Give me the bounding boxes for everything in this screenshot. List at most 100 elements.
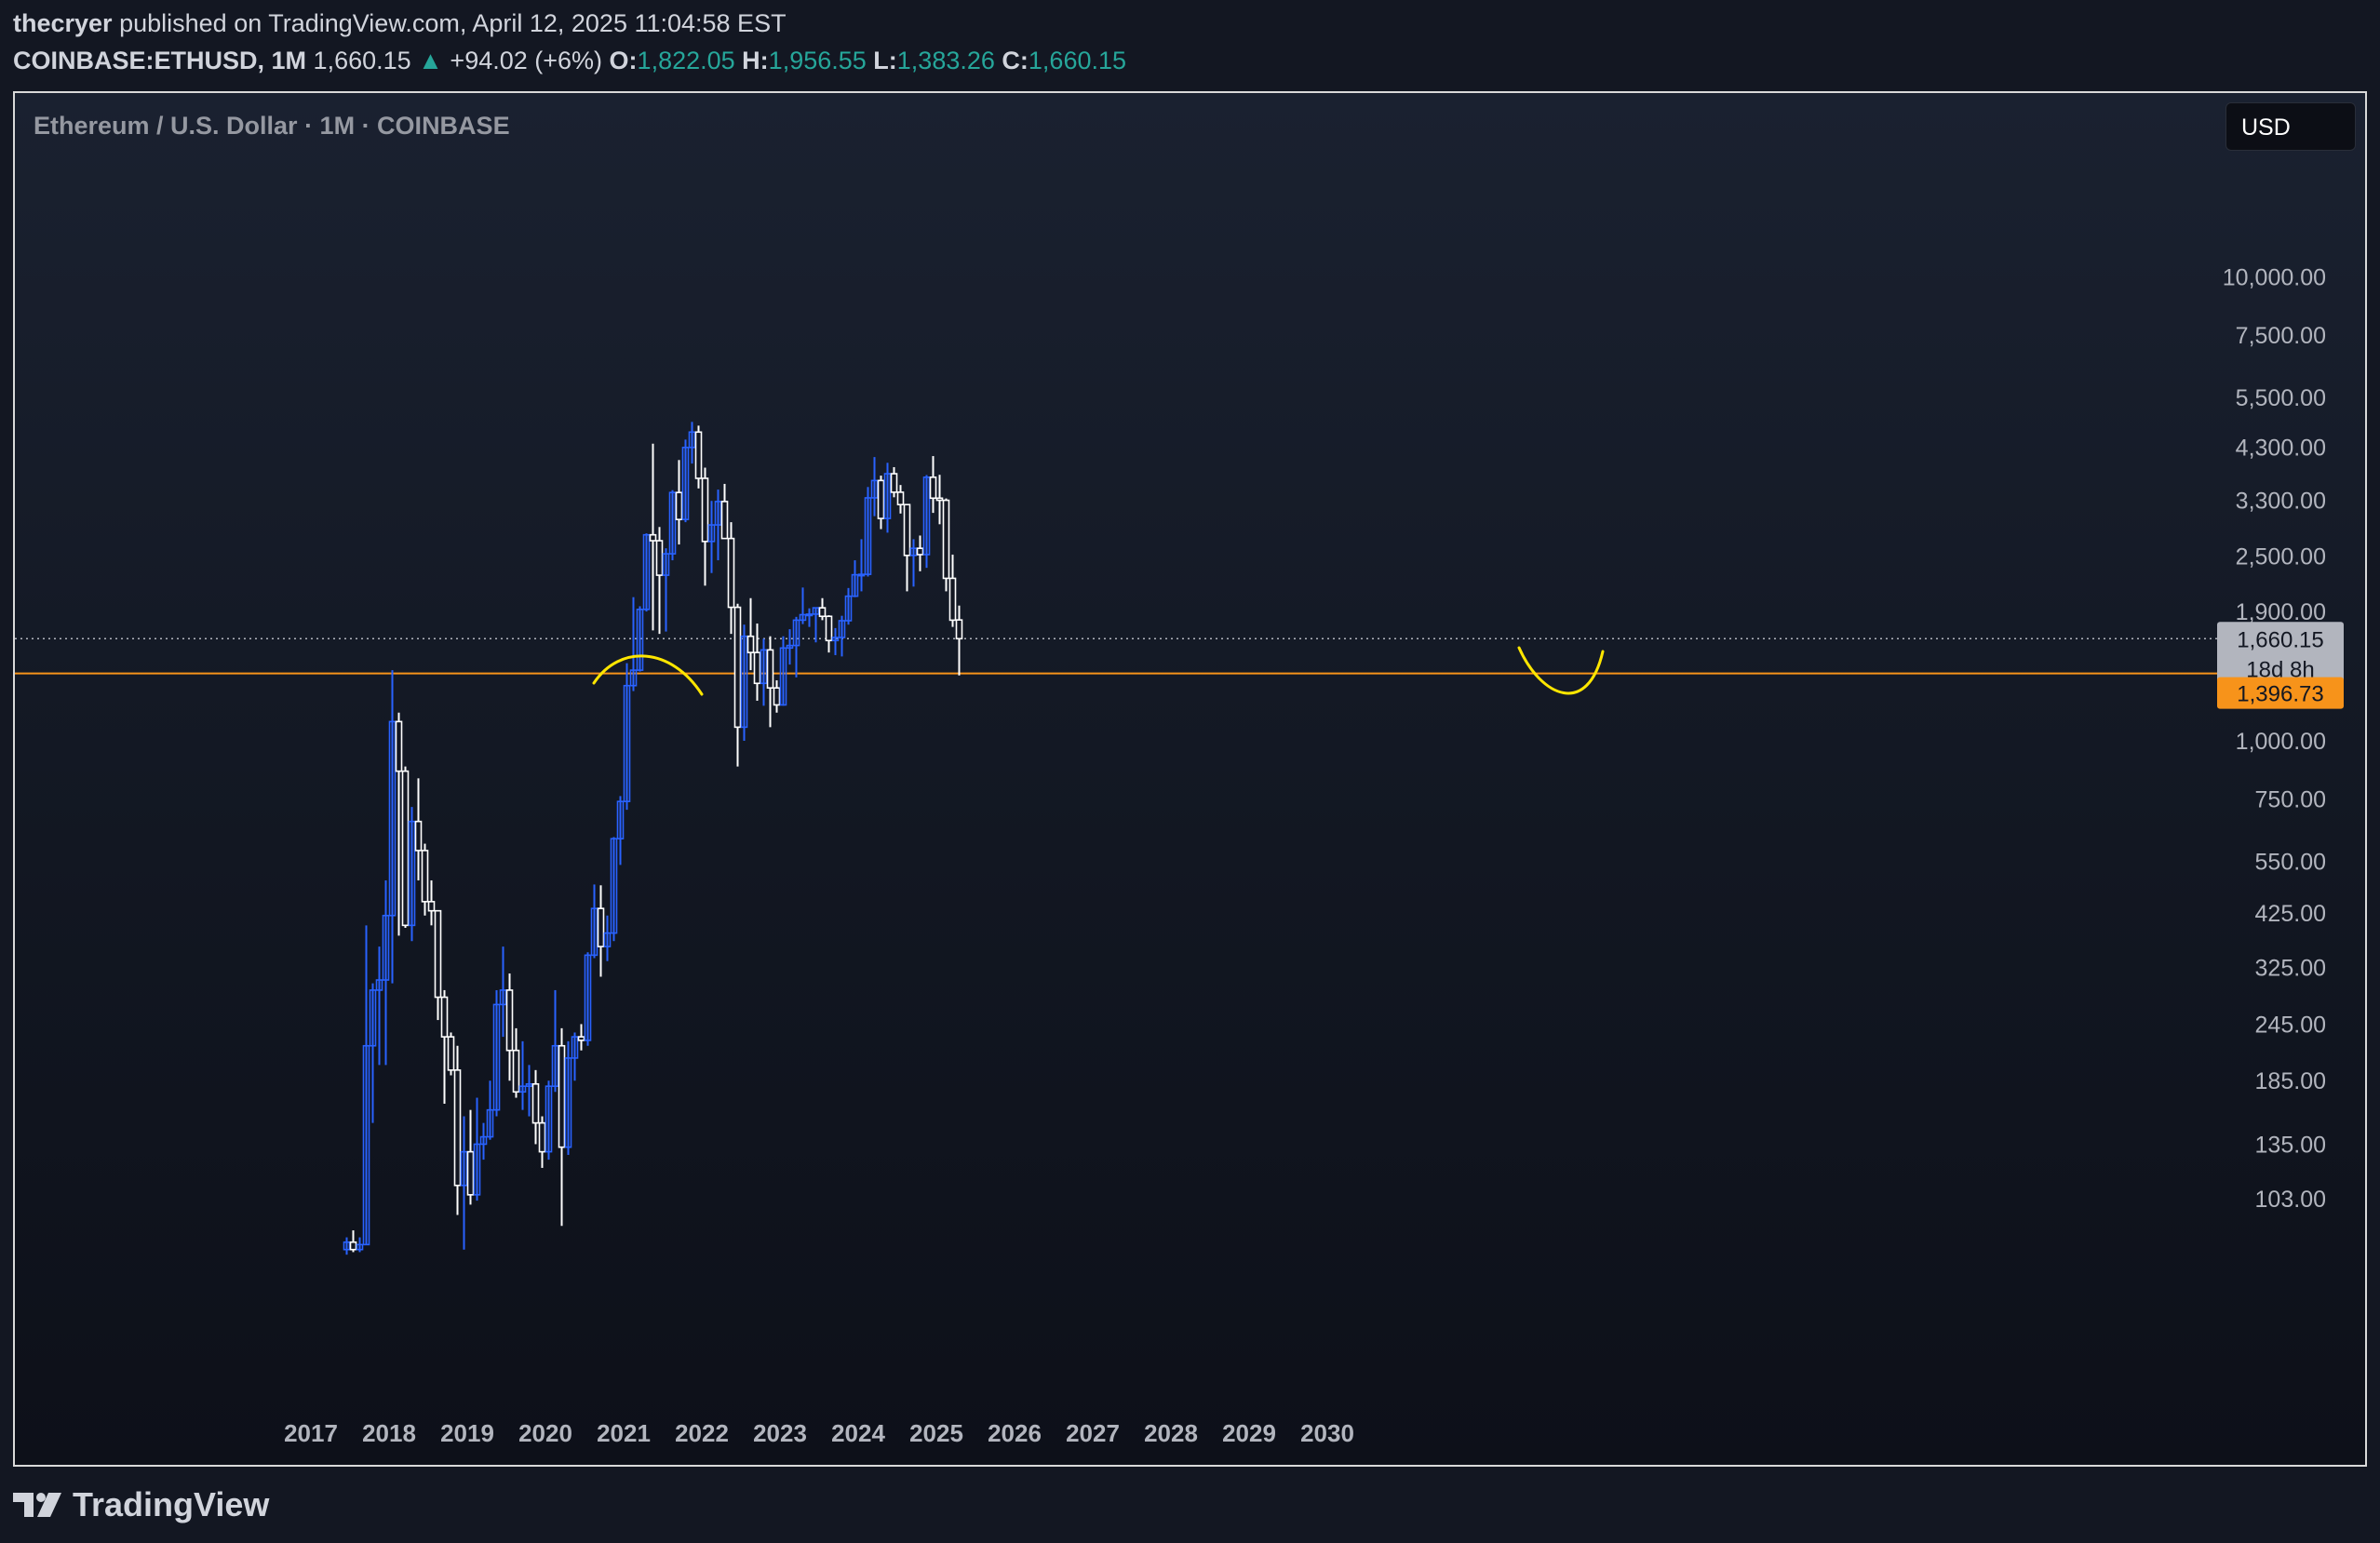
candle <box>909 539 918 587</box>
candle <box>649 443 657 631</box>
candle <box>896 485 905 514</box>
price-chart[interactable]: 103.00 135.00 185.00 245.00 325.00 425.00 550.… <box>15 93 2365 1465</box>
chart-panel[interactable]: 103.00 135.00 185.00 245.00 325.00 425.00 550.… <box>13 91 2367 1467</box>
candle <box>642 533 651 612</box>
candle <box>447 1032 455 1076</box>
candle-body <box>825 615 833 642</box>
candle <box>883 463 892 533</box>
high-value: 1,956.55 <box>768 47 867 74</box>
candle <box>473 1097 481 1201</box>
candle <box>668 490 677 561</box>
candle <box>733 603 742 767</box>
candle-body <box>935 497 944 502</box>
candle <box>466 1109 475 1205</box>
candle-body <box>857 573 866 577</box>
price-tick-label: 550.00 <box>2255 849 2326 875</box>
candle <box>492 989 501 1117</box>
time-tick-label: 2029 <box>1222 1419 1276 1447</box>
candle <box>590 884 598 959</box>
candle <box>623 663 631 811</box>
candle-body <box>597 907 605 947</box>
candle <box>740 624 748 741</box>
price-tick-label: 10,000.00 <box>2223 265 2326 291</box>
candle-body <box>890 473 898 493</box>
candle <box>779 636 787 706</box>
candle <box>707 501 716 573</box>
low-label: L: <box>873 47 897 74</box>
time-tick-label: 2024 <box>831 1419 885 1447</box>
candle <box>486 1080 494 1140</box>
chart-title: Ethereum / U.S. Dollar · 1M · COINBASE <box>34 112 510 140</box>
candle <box>499 946 507 1038</box>
candle <box>753 623 761 701</box>
candle-body <box>896 491 905 506</box>
candle <box>564 1040 572 1155</box>
close-value: 1,660.15 <box>1028 47 1127 74</box>
candle <box>512 1027 520 1098</box>
candle-body <box>649 533 657 542</box>
price-tick-label: 1,900.00 <box>2236 599 2326 625</box>
price-tick-label: 1,000.00 <box>2236 729 2326 755</box>
candle-body <box>401 770 410 927</box>
time-tick-label: 2025 <box>909 1419 963 1447</box>
candle-body <box>818 607 827 618</box>
price-change: +94.02 (+6%) <box>450 47 603 74</box>
candle <box>525 1065 533 1117</box>
candle <box>408 807 416 942</box>
candle <box>551 989 559 1093</box>
low-value: 1,383.26 <box>896 47 995 74</box>
price-tick-label: 750.00 <box>2255 786 2326 812</box>
up-arrow-icon: ▲ <box>418 47 443 74</box>
open-value: 1,822.05 <box>637 47 735 74</box>
candle <box>720 483 729 540</box>
candle <box>603 915 612 961</box>
candle <box>362 925 370 1246</box>
price-tick-label: 3,300.00 <box>2236 489 2326 515</box>
time-tick-label: 2028 <box>1144 1419 1198 1447</box>
candle-body <box>349 1241 357 1251</box>
tradingview-logo[interactable]: TradingView <box>13 1485 269 1524</box>
candle <box>531 1069 540 1145</box>
open-label: O: <box>609 47 638 74</box>
time-tick-label: 2017 <box>284 1419 338 1447</box>
candle-body <box>701 477 709 543</box>
candle <box>812 607 820 643</box>
candle-body <box>746 635 755 653</box>
candle <box>616 796 625 865</box>
price-tick-label: 103.00 <box>2255 1187 2326 1213</box>
candle-body <box>421 850 429 903</box>
candle <box>799 587 807 624</box>
time-tick-label: 2020 <box>518 1419 572 1447</box>
price-tick-label: 4,300.00 <box>2236 435 2326 461</box>
candle <box>727 522 735 635</box>
candle <box>760 638 768 706</box>
candle-body <box>916 547 924 556</box>
price-axis: 103.00 135.00 185.00 245.00 325.00 425.00 550.… <box>2223 265 2326 1213</box>
candle <box>662 548 670 632</box>
candle <box>434 909 442 1021</box>
close-label: C: <box>1002 47 1029 74</box>
candle <box>694 425 703 489</box>
candle-body <box>733 606 742 729</box>
candle <box>571 1032 579 1081</box>
candle-body <box>753 651 761 685</box>
candle <box>935 475 944 525</box>
price-tick-label: 2,500.00 <box>2236 544 2326 570</box>
last-price: 1,660.15 <box>313 47 411 74</box>
time-tick-label: 2023 <box>753 1419 807 1447</box>
candle-body <box>447 1036 455 1071</box>
currency-button[interactable]: USD <box>2225 102 2356 151</box>
candle <box>786 629 794 665</box>
candle-body <box>538 1121 546 1153</box>
candle <box>395 712 403 936</box>
candle <box>421 843 429 916</box>
candle-body <box>727 537 735 609</box>
candle <box>629 597 638 691</box>
top-arc-annotation <box>592 654 704 696</box>
candle-body <box>675 491 683 521</box>
author-name[interactable]: thecryer <box>13 9 113 37</box>
candle <box>890 466 898 498</box>
ohlc-line: COINBASE:ETHUSD, 1M 1,660.15 ▲ +94.02 (+… <box>13 47 1126 75</box>
price-tick-label: 245.00 <box>2255 1012 2326 1038</box>
candle-body <box>805 613 814 617</box>
